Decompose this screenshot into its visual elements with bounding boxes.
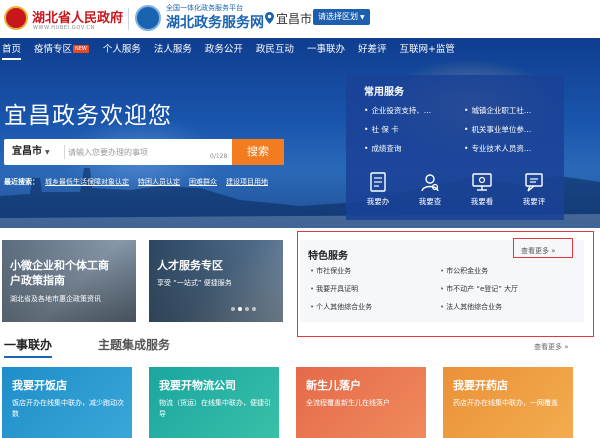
gov-name[interactable]: 湖北省人民政府 — [32, 7, 123, 26]
recent-searches-label: 最近搜索： — [4, 178, 39, 186]
page: 湖北省人民政府 WWW.HUBEI.GOV.CN 全国一体化政务服务平台 湖北政… — [0, 0, 600, 438]
nav-internet-supervision[interactable]: 互联网+监管 — [399, 38, 454, 62]
quick-label: 我要查 — [418, 197, 442, 206]
tab-one-thing[interactable]: 一事联办 — [4, 336, 53, 358]
card-title: 我要开饭店 — [12, 379, 67, 392]
common-service-link[interactable]: 企业投资支持、... — [364, 105, 431, 116]
chevron-down-icon: ▼ — [45, 149, 50, 156]
card-title: 我要开药店 — [453, 379, 508, 392]
nav-government-affairs[interactable]: 政务公开 — [205, 38, 243, 62]
promo-banner-talent[interactable]: 人才服务专区 享受 “一站式” 便捷服务 — [149, 240, 283, 322]
hero-title: 宜昌政务欢迎您 — [4, 103, 172, 129]
nav-epidemic-label: 疫情专区 — [34, 44, 73, 55]
promo-title-line: 人才服务专区 — [157, 259, 223, 272]
search-city-label: 宜昌市 — [12, 146, 42, 157]
tab-theme-services[interactable]: 主题集成服务 — [98, 336, 170, 353]
recent-search-link[interactable]: 城乡最低生活保障对象认定 — [45, 177, 129, 187]
new-badge: NEW — [73, 45, 89, 53]
nav-legal-entity-services[interactable]: 法人服务 — [154, 38, 192, 62]
promo-title-line: 小微企业和个体工商 — [10, 259, 109, 272]
promo-title: 人才服务专区 — [157, 258, 223, 273]
portal-name[interactable]: 湖北政务服务网 — [166, 12, 264, 32]
carousel-dot[interactable] — [231, 307, 235, 311]
quick-query-button[interactable]: 我要查 — [410, 171, 450, 207]
nav-interaction[interactable]: 政民互动 — [256, 38, 294, 62]
recent-search-link[interactable]: 特困人员认定 — [138, 177, 180, 187]
recent-search-link[interactable]: 建设项目用地 — [226, 177, 268, 187]
card-open-restaurant[interactable]: 我要开饭店 饭店开办在线集中联办，减少跑动次数 — [2, 367, 132, 438]
common-service-link[interactable]: 社 保 卡 — [364, 124, 398, 135]
common-service-link[interactable]: 成绩查询 — [364, 143, 401, 154]
card-desc: 全流程覆盖新生儿在线落户 — [306, 399, 390, 407]
search-divider — [64, 145, 65, 159]
common-service-link[interactable]: 机关事业单位参... — [464, 124, 531, 135]
apply-icon — [370, 172, 386, 192]
quick-rate-button[interactable]: 我要评 — [514, 171, 554, 207]
location-pin-icon — [265, 12, 274, 24]
promo-title-line: 户政策指南 — [10, 274, 65, 287]
promo-title: 小微企业和个体工商 户政策指南 — [10, 258, 109, 288]
top-header: 湖北省人民政府 WWW.HUBEI.GOV.CN 全国一体化政务服务平台 湖北政… — [0, 0, 600, 38]
card-desc: 饭店开办在线集中联办，减少跑动次数 — [12, 399, 124, 418]
quick-view-button[interactable]: 我要看 — [462, 171, 502, 207]
section-more-link[interactable]: 查看更多 » — [534, 342, 569, 352]
nav-one-thing[interactable]: 一事联办 — [307, 38, 345, 62]
nav-evaluation[interactable]: 好差评 — [358, 38, 387, 62]
card-title: 我要开物流公司 — [159, 379, 236, 392]
card-desc: 物流（货运）在线集中联办，便捷引导 — [159, 399, 271, 418]
highlight-frame-more — [513, 238, 573, 258]
region-select-label: 请选择区划 — [318, 12, 358, 21]
card-newborn-registration[interactable]: 新生儿落户 全流程覆盖新生儿在线落户 — [296, 367, 426, 438]
rate-icon — [525, 173, 543, 192]
common-service-link[interactable]: 城镇企业职工社... — [464, 105, 531, 116]
carousel-dot-active[interactable] — [238, 307, 242, 311]
nav-epidemic-zone[interactable]: 疫情专区 NEW — [34, 38, 90, 62]
main-nav: 首页 疫情专区 NEW 个人服务 法人服务 政务公开 政民互动 一事联办 好差评 … — [0, 38, 600, 62]
quick-label: 我要看 — [470, 197, 494, 206]
carousel-dot[interactable] — [245, 307, 249, 311]
promo-banner-small-business[interactable]: 小微企业和个体工商 户政策指南 湖北省及各地市惠企政策资讯 — [2, 240, 136, 322]
carousel-dot[interactable] — [252, 307, 256, 311]
promo-subtitle: 湖北省及各地市惠企政策资讯 — [10, 295, 101, 303]
query-icon — [421, 174, 439, 192]
recent-search-link[interactable]: 困难群众 — [189, 177, 217, 187]
recent-searches: 最近搜索： 城乡最低生活保障对象认定 特困人员认定 困难群众 建设项目用地 — [4, 177, 277, 187]
carousel-dots — [231, 307, 259, 311]
quick-apply-button[interactable]: 我要办 — [358, 171, 398, 207]
search-input[interactable] — [68, 142, 228, 162]
common-service-link[interactable]: 专业技术人员资... — [464, 143, 531, 154]
quick-label: 我要办 — [366, 197, 390, 206]
portal-logo-icon[interactable] — [135, 5, 161, 31]
card-open-logistics[interactable]: 我要开物流公司 物流（货运）在线集中联办，便捷引导 — [149, 367, 279, 438]
common-services-panel: 常用服务 企业投资支持、... 城镇企业职工社... 社 保 卡 机关事业单位参… — [346, 75, 564, 220]
region-select-button[interactable]: 请选择区划 ▼ — [313, 9, 370, 25]
chevron-down-icon: ▼ — [360, 14, 365, 21]
nav-personal-services[interactable]: 个人服务 — [103, 38, 141, 62]
gov-domain: WWW.HUBEI.GOV.CN — [33, 25, 95, 31]
search-char-counter: 0/128 — [210, 153, 228, 160]
card-desc: 药店开办在线集中联办，一网覆盖 — [453, 399, 558, 407]
promo-subtitle: 享受 “一站式” 便捷服务 — [157, 279, 232, 287]
current-city: 宜昌市 — [276, 12, 313, 26]
common-services-title: 常用服务 — [364, 87, 404, 98]
card-open-pharmacy[interactable]: 我要开药店 药店开办在线集中联办，一网覆盖 — [443, 367, 573, 438]
quick-label: 我要评 — [522, 197, 546, 206]
card-title: 新生儿落户 — [306, 379, 361, 392]
search-city-select[interactable]: 宜昌市 ▼ — [4, 139, 64, 165]
search-button[interactable]: 搜索 — [232, 139, 284, 165]
search-box: 宜昌市▼ 0/128 搜索 — [4, 139, 284, 165]
header-divider — [128, 8, 129, 30]
national-emblem-icon — [4, 6, 28, 30]
nav-home[interactable]: 首页 — [2, 38, 22, 62]
view-icon — [472, 173, 492, 191]
